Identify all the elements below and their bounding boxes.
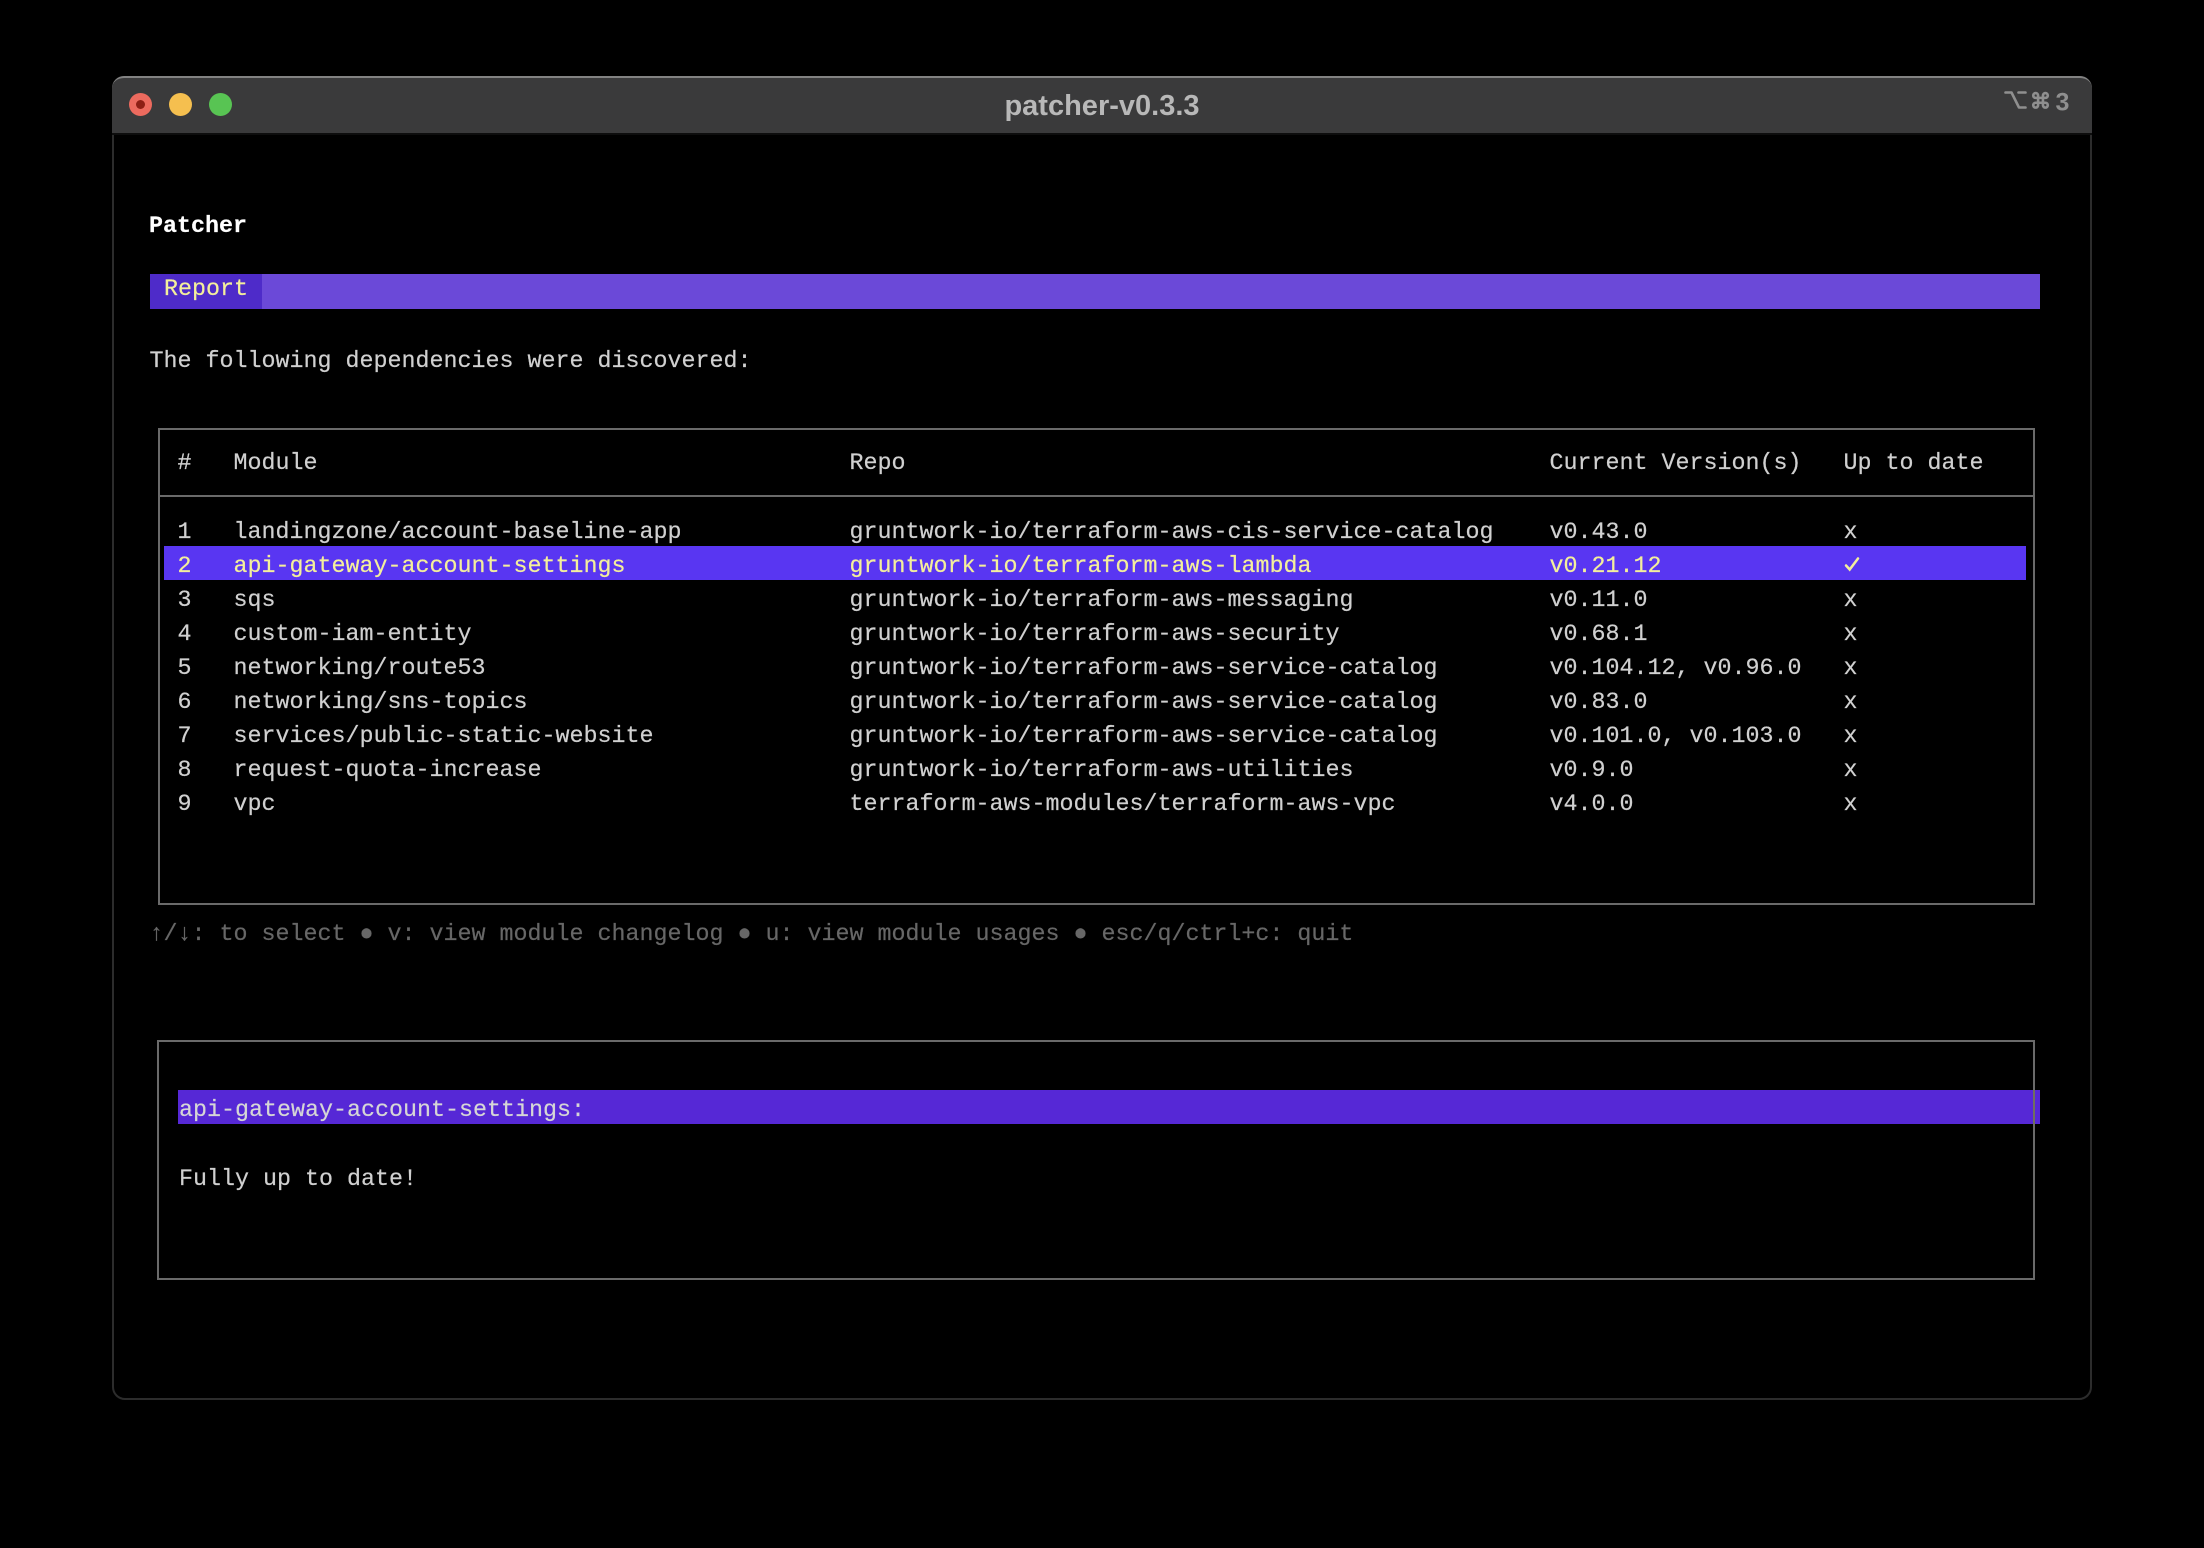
svg-text:3: 3	[2056, 89, 2070, 117]
